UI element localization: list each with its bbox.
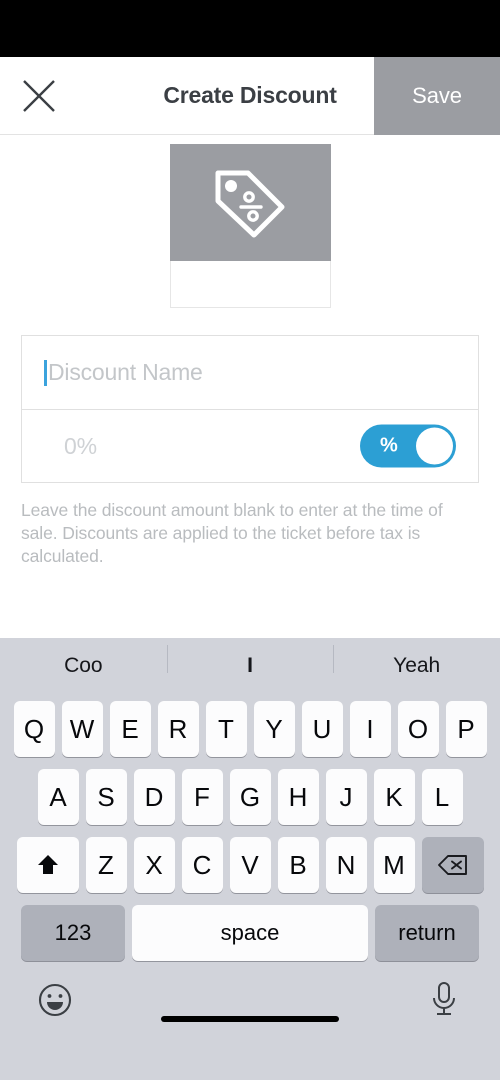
discount-type-toggle-label: % xyxy=(380,434,398,457)
save-button[interactable]: Save xyxy=(374,57,500,135)
key-n[interactable]: N xyxy=(325,837,367,893)
key-z[interactable]: Z xyxy=(85,837,127,893)
key-e[interactable]: E xyxy=(109,701,151,757)
key-i[interactable]: I xyxy=(349,701,391,757)
key-h[interactable]: H xyxy=(277,769,319,825)
discount-amount-field[interactable]: 0% % xyxy=(22,409,478,482)
key-p[interactable]: P xyxy=(445,701,487,757)
discount-name-placeholder: Discount Name xyxy=(48,359,203,385)
shift-key[interactable] xyxy=(16,837,79,893)
discount-image-placeholder[interactable] xyxy=(169,144,331,261)
key-v[interactable]: V xyxy=(229,837,271,893)
key-c[interactable]: C xyxy=(181,837,223,893)
discount-name-field[interactable]: Discount Name xyxy=(22,336,478,409)
backspace-delete-icon xyxy=(437,855,467,875)
space-key[interactable]: space xyxy=(132,905,368,961)
key-l[interactable]: L xyxy=(421,769,463,825)
key-d[interactable]: D xyxy=(133,769,175,825)
discount-image-card[interactable] xyxy=(169,144,331,335)
key-m[interactable]: M xyxy=(373,837,415,893)
discount-image-area xyxy=(0,135,500,335)
key-w[interactable]: W xyxy=(61,701,103,757)
shift-arrow-icon xyxy=(37,855,58,874)
key-j[interactable]: J xyxy=(325,769,367,825)
emoji-smiley-icon xyxy=(38,983,72,1017)
microphone-icon xyxy=(433,982,455,1015)
keyboard-row-4: 123 space return xyxy=(0,905,500,961)
key-a[interactable]: A xyxy=(37,769,79,825)
text-caret xyxy=(44,359,47,386)
suggestion-item[interactable]: Yeah xyxy=(333,644,500,678)
close-button[interactable] xyxy=(0,57,74,135)
close-x-icon xyxy=(23,79,55,112)
emoji-button[interactable] xyxy=(36,981,74,1024)
key-s[interactable]: S xyxy=(85,769,127,825)
navigation-bar: Create Discount Save xyxy=(0,57,500,135)
key-q[interactable]: Q xyxy=(13,701,55,757)
key-g[interactable]: G xyxy=(229,769,271,825)
key-f[interactable]: F xyxy=(181,769,223,825)
keyboard-row-1: Q W E R T Y U I O P xyxy=(0,693,500,757)
key-r[interactable]: R xyxy=(157,701,199,757)
dictation-button[interactable] xyxy=(426,979,462,1024)
key-u[interactable]: U xyxy=(301,701,343,757)
keyboard-accessory-bar xyxy=(0,975,500,1031)
discount-amount-placeholder: 0% xyxy=(64,432,97,459)
discount-create-screen: Create Discount Save Discount Name 0% % … xyxy=(0,0,500,1080)
key-b[interactable]: B xyxy=(277,837,319,893)
price-tag-percent-icon xyxy=(215,170,285,237)
discount-type-toggle[interactable]: % xyxy=(360,424,456,468)
discount-form: Discount Name 0% % xyxy=(21,335,479,483)
status-bar xyxy=(0,0,500,57)
on-screen-keyboard: Coo I Yeah Q W E R T Y U I O P A S D F G… xyxy=(0,638,500,1080)
keyboard-row-3: Z X C V B N M xyxy=(0,837,500,893)
suggestion-item[interactable]: I xyxy=(166,644,334,678)
key-t[interactable]: T xyxy=(205,701,247,757)
helper-text: Leave the discount amount blank to enter… xyxy=(21,500,443,566)
home-indicator xyxy=(161,1016,339,1022)
backspace-key[interactable] xyxy=(421,837,484,893)
numbers-key[interactable]: 123 xyxy=(21,905,125,961)
key-x[interactable]: X xyxy=(133,837,175,893)
return-key[interactable]: return xyxy=(375,905,479,961)
discount-image-caption-strip xyxy=(169,261,331,308)
keyboard-row-2: A S D F G H J K L xyxy=(0,769,500,825)
key-y[interactable]: Y xyxy=(253,701,295,757)
key-o[interactable]: O xyxy=(397,701,439,757)
key-k[interactable]: K xyxy=(373,769,415,825)
suggestion-item[interactable]: Coo xyxy=(0,654,167,678)
toggle-knob xyxy=(416,427,453,465)
suggestion-bar: Coo I Yeah xyxy=(0,638,500,693)
